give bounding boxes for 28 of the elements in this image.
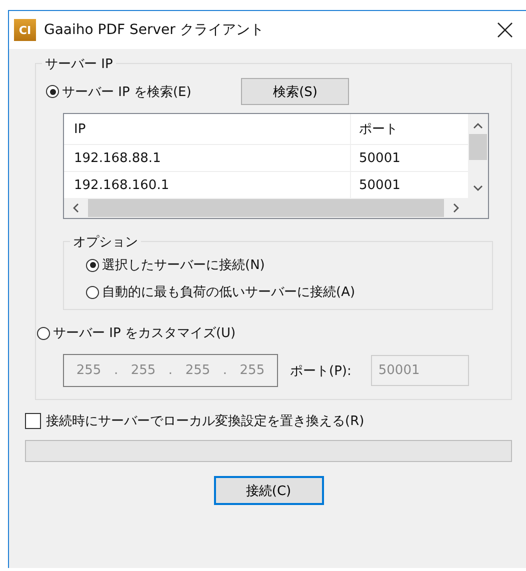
radio-button[interactable] bbox=[86, 258, 99, 272]
radio-button[interactable] bbox=[37, 326, 50, 340]
radio-option[interactable]: 自動的に最も負荷の低いサーバーに接続(A) bbox=[86, 283, 484, 301]
connect-button[interactable]: 接続(C) bbox=[214, 476, 324, 505]
table-cell: 192.168.88.1 bbox=[64, 145, 351, 171]
scroll-right-icon[interactable] bbox=[452, 203, 460, 213]
app-icon: CI bbox=[14, 19, 36, 41]
horizontal-scrollbar[interactable] bbox=[64, 198, 468, 218]
radio-option[interactable]: サーバー IP をカスタマイズ(U) bbox=[37, 324, 503, 342]
checkbox-option[interactable]: 接続時にサーバーでローカル変換設定を置き換える(R) bbox=[25, 412, 512, 430]
scroll-left-icon[interactable] bbox=[72, 203, 80, 213]
radio-option[interactable]: 選択したサーバーに接続(N) bbox=[86, 256, 484, 274]
column-header[interactable]: IP bbox=[64, 114, 351, 144]
close-icon bbox=[496, 21, 514, 39]
radio-button[interactable] bbox=[46, 85, 59, 98]
checkbox[interactable] bbox=[25, 413, 41, 429]
scroll-up-icon[interactable] bbox=[473, 122, 483, 130]
radio-button[interactable] bbox=[86, 286, 99, 298]
group-label: オプション bbox=[70, 233, 141, 251]
table-cell-text: 50001 bbox=[358, 150, 400, 166]
scroll-down-icon[interactable] bbox=[473, 184, 483, 192]
port-label: ポート(P): bbox=[290, 362, 352, 380]
radio-option[interactable]: サーバー IP を検索(E) bbox=[46, 82, 192, 100]
column-header[interactable]: ポート bbox=[351, 120, 398, 138]
search-button[interactable]: 検索(S) bbox=[241, 78, 350, 105]
window-title: Gaaiho PDF Server クライアント bbox=[44, 21, 265, 39]
vertical-scrollbar[interactable] bbox=[468, 114, 488, 198]
table-cell-text: 50001 bbox=[358, 178, 400, 192]
